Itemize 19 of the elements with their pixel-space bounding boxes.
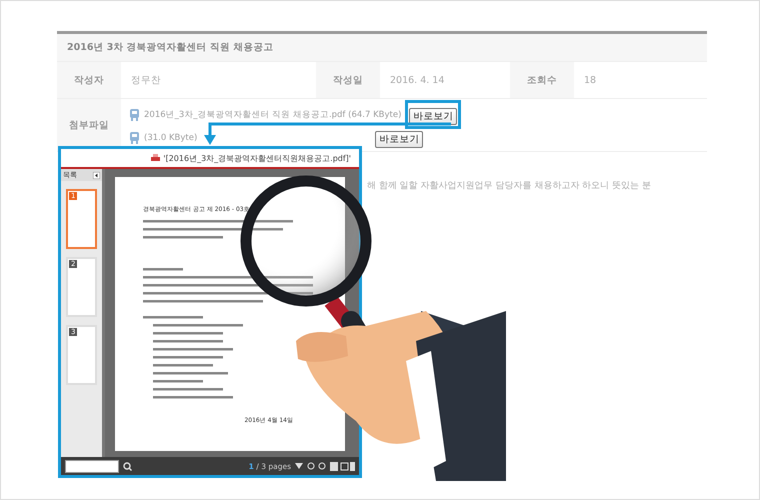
- meta-value: 18: [583, 74, 598, 88]
- post-title: 2016년 3차 경북광역자활센터 직원 채용공고: [57, 34, 707, 62]
- post-body-text: 해 함께 일할 자활사업지원업무 담당자를 채용하고자 하오니 뜻있는 분: [367, 180, 651, 193]
- meta-value: 2016. 4. 14: [389, 74, 446, 88]
- meta-label: 조회수: [510, 62, 574, 98]
- meta-value: 정무찬: [130, 74, 162, 88]
- search-field[interactable]: [65, 460, 119, 472]
- collapse-icon[interactable]: [93, 172, 100, 178]
- file-icon: [129, 108, 140, 120]
- search-icon[interactable]: [123, 462, 132, 470]
- dropdown-icon[interactable]: [295, 463, 303, 469]
- meta-label: 작성일: [316, 62, 380, 98]
- meta-label: 작성자: [57, 62, 121, 98]
- file-icon: [129, 132, 140, 144]
- viewer-title: '[2016년_3차_경북광역자활센터직원채용공고.pdf]': [163, 152, 351, 164]
- view-button[interactable]: 바로보기: [375, 131, 424, 148]
- printer-icon[interactable]: [151, 154, 160, 162]
- view-button[interactable]: 바로보기: [409, 108, 458, 125]
- attachments-label: 첨부파일: [57, 99, 121, 151]
